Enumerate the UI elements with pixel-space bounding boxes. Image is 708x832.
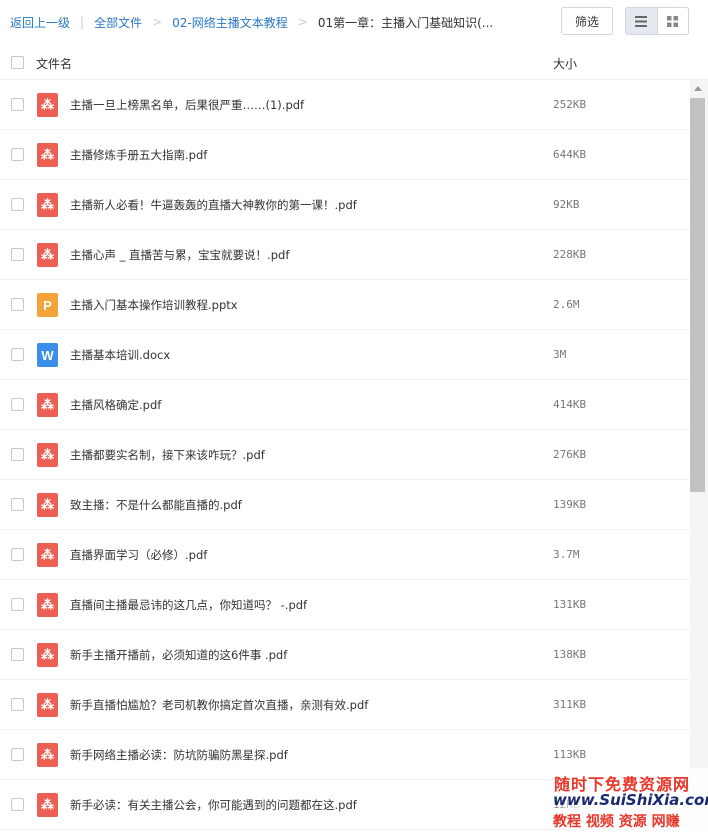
row-checkbox[interactable]	[11, 698, 24, 711]
table-row[interactable]: ⁂ 直播间主播最忌讳的这几点，你知道吗？ -.pdf 131KB	[0, 580, 690, 630]
file-size: 12KB	[553, 798, 580, 811]
file-size: 113KB	[553, 748, 587, 761]
pdf-file-icon: ⁂	[37, 493, 58, 517]
breadcrumb-current: 01第一章：主播入门基础知识(...	[317, 15, 494, 30]
scroll-up-arrow-icon[interactable]	[694, 86, 702, 91]
file-list-header: 文件名 大小	[0, 44, 708, 80]
pdf-file-icon: ⁂	[37, 693, 58, 717]
filter-button[interactable]: 筛选	[561, 7, 613, 35]
table-row[interactable]: ⁂ 新手必读：有关主播公会，你可能遇到的问题都在这.pdf 12KB	[0, 780, 690, 830]
vertical-scrollbar[interactable]	[690, 80, 708, 832]
table-row[interactable]: ⁂ 主播心声 _ 直播苦与累，宝宝就要说！.pdf 228KB	[0, 230, 690, 280]
pdf-file-icon: ⁂	[37, 743, 58, 767]
row-checkbox[interactable]	[11, 248, 24, 261]
scrollbar-thumb[interactable]	[690, 98, 705, 492]
file-size: 138KB	[553, 648, 587, 661]
table-row[interactable]: ⁂ 主播新人必看！牛逼轰轰的直播大神教你的第一课！.pdf 92KB	[0, 180, 690, 230]
breadcrumb-all-files[interactable]: 全部文件	[94, 14, 142, 31]
chevron-right-icon: >	[297, 15, 308, 29]
row-checkbox[interactable]	[11, 798, 24, 811]
column-header-size[interactable]: 大小	[553, 55, 577, 72]
file-name[interactable]: 新手直播怕尴尬？老司机教你搞定首次直播，亲测有效.pdf	[70, 697, 368, 713]
row-checkbox[interactable]	[11, 648, 24, 661]
breadcrumb-folder[interactable]: 02-网络主播文本教程	[172, 14, 288, 31]
column-header-name[interactable]: 文件名	[36, 55, 72, 72]
table-row[interactable]: ⁂ 主播都要实名制，接下来该咋玩？.pdf 276KB	[0, 430, 690, 480]
row-checkbox[interactable]	[11, 448, 24, 461]
view-toggle	[625, 7, 689, 35]
file-size: 131KB	[553, 598, 587, 611]
table-row[interactable]: ⁂ 致主播：不是什么都能直播的.pdf 139KB	[0, 480, 690, 530]
pdf-file-icon: ⁂	[37, 93, 58, 117]
table-row[interactable]: ⁂ 直播界面学习（必修）.pdf 3.7M	[0, 530, 690, 580]
file-name[interactable]: 新手网络主播必读：防坑防骗防黑星探.pdf	[70, 747, 288, 763]
pdf-file-icon: ⁂	[37, 443, 58, 467]
row-checkbox[interactable]	[11, 748, 24, 761]
file-size: 228KB	[553, 248, 587, 261]
back-link[interactable]: 返回上一级	[10, 14, 70, 31]
table-row[interactable]: ⁂ 新手主播开播前，必须知道的这6件事 .pdf 138KB	[0, 630, 690, 680]
pdf-file-icon: ⁂	[37, 243, 58, 267]
row-checkbox[interactable]	[11, 98, 24, 111]
pdf-file-icon: ⁂	[37, 643, 58, 667]
row-checkbox[interactable]	[11, 498, 24, 511]
table-row[interactable]: P 主播入门基本操作培训教程.pptx 2.6M	[0, 280, 690, 330]
file-name[interactable]: 主播一旦上榜黑名单，后果很严重……(1).pdf	[70, 97, 304, 113]
toolbar: 返回上一级 | 全部文件 > 02-网络主播文本教程 > 01第一章：主播入门基…	[0, 0, 708, 44]
row-checkbox[interactable]	[11, 598, 24, 611]
file-size: 139KB	[553, 498, 587, 511]
file-size: 414KB	[553, 398, 587, 411]
file-name[interactable]: 主播入门基本操作培训教程.pptx	[70, 297, 238, 313]
file-size: 3.7M	[553, 548, 580, 561]
file-name[interactable]: 主播新人必看！牛逼轰轰的直播大神教你的第一课！.pdf	[70, 197, 357, 213]
file-name[interactable]: 主播都要实名制，接下来该咋玩？.pdf	[70, 447, 265, 463]
pdf-file-icon: ⁂	[37, 143, 58, 167]
file-size: 3M	[553, 348, 567, 361]
pdf-file-icon: ⁂	[37, 393, 58, 417]
row-checkbox[interactable]	[11, 148, 24, 161]
file-size: 276KB	[553, 448, 587, 461]
file-name[interactable]: 直播界面学习（必修）.pdf	[70, 547, 207, 563]
file-name[interactable]: 主播基本培训.docx	[70, 347, 170, 363]
chevron-right-icon: >	[152, 15, 163, 29]
file-name[interactable]: 主播心声 _ 直播苦与累，宝宝就要说！.pdf	[70, 247, 289, 263]
pdf-file-icon: ⁂	[37, 543, 58, 567]
table-row[interactable]: ⁂ 主播修炼手册五大指南.pdf 644KB	[0, 130, 690, 180]
file-list: ⁂ 主播一旦上榜黑名单，后果很严重……(1).pdf 252KB ⁂ 主播修炼手册五大指…	[0, 80, 690, 832]
breadcrumb: 返回上一级 | 全部文件 > 02-网络主播文本教程 > 01第一章：主播入门基…	[0, 14, 493, 31]
list-view-icon[interactable]	[626, 8, 657, 34]
row-checkbox[interactable]	[11, 348, 24, 361]
table-row[interactable]: ⁂ 新手网络主播必读：防坑防骗防黑星探.pdf 113KB	[0, 730, 690, 780]
file-size: 644KB	[553, 148, 587, 161]
file-size: 252KB	[553, 98, 587, 111]
row-checkbox[interactable]	[11, 548, 24, 561]
file-size: 311KB	[553, 698, 587, 711]
file-name[interactable]: 致主播：不是什么都能直播的.pdf	[70, 497, 242, 513]
row-checkbox[interactable]	[11, 298, 24, 311]
pdf-file-icon: ⁂	[37, 593, 58, 617]
table-row[interactable]: ⁂ 主播风格确定.pdf 414KB	[0, 380, 690, 430]
file-size: 2.6M	[553, 298, 580, 311]
table-row[interactable]: ⁂ 主播一旦上榜黑名单，后果很严重……(1).pdf 252KB	[0, 80, 690, 130]
pdf-file-icon: ⁂	[37, 193, 58, 217]
file-name[interactable]: 主播修炼手册五大指南.pdf	[70, 147, 207, 163]
breadcrumb-separator: |	[80, 15, 85, 29]
grid-view-icon[interactable]	[656, 8, 689, 34]
table-row[interactable]: ⁂ 新手直播怕尴尬？老司机教你搞定首次直播，亲测有效.pdf 311KB	[0, 680, 690, 730]
pdf-file-icon: ⁂	[37, 793, 58, 817]
row-checkbox[interactable]	[11, 398, 24, 411]
file-name[interactable]: 新手必读：有关主播公会，你可能遇到的问题都在这.pdf	[70, 797, 357, 813]
row-checkbox[interactable]	[11, 198, 24, 211]
docx-file-icon: W	[37, 343, 58, 367]
file-name[interactable]: 新手主播开播前，必须知道的这6件事 .pdf	[70, 647, 287, 663]
select-all-checkbox[interactable]	[11, 56, 24, 69]
file-name[interactable]: 直播间主播最忌讳的这几点，你知道吗？ -.pdf	[70, 597, 307, 613]
pptx-file-icon: P	[37, 293, 58, 317]
table-row[interactable]: W 主播基本培训.docx 3M	[0, 330, 690, 380]
file-size: 92KB	[553, 198, 580, 211]
file-name[interactable]: 主播风格确定.pdf	[70, 397, 161, 413]
